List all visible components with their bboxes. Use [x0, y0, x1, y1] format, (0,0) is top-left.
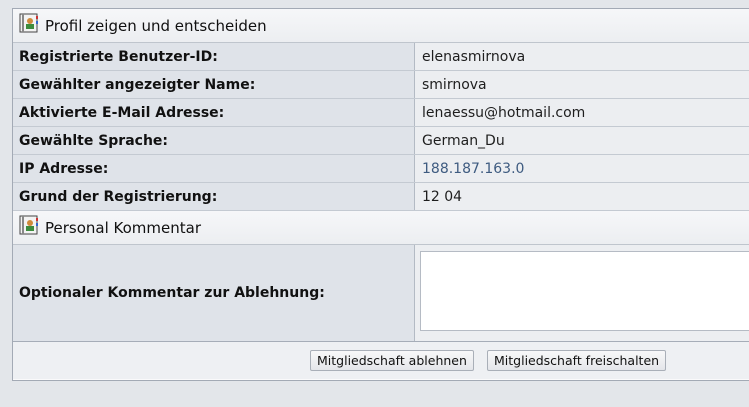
comment-section-header: Personal Kommentar [13, 211, 749, 245]
registration-reason-label: Grund der Registrierung: [13, 183, 415, 210]
profile-section-title: Profil zeigen und entscheiden [45, 16, 267, 35]
reject-membership-button[interactable]: Mitgliedschaft ablehnen [310, 350, 474, 371]
display-name-label: Gewählter angezeigter Name: [13, 71, 415, 98]
registration-reason-value: 12 04 [415, 183, 749, 210]
row-email: Aktivierte E-Mail Adresse: lenaessu@hotm… [13, 99, 749, 127]
email-label: Aktivierte E-Mail Adresse: [13, 99, 415, 126]
row-user-id: Registrierte Benutzer-ID: elenasmirnova [13, 43, 749, 71]
email-value: lenaessu@hotmail.com [415, 99, 749, 126]
comment-section-title: Personal Kommentar [45, 218, 201, 237]
row-registration-reason: Grund der Registrierung: 12 04 [13, 183, 749, 211]
rejection-comment-label: Optionaler Kommentar zur Ablehnung: [13, 245, 415, 341]
row-display-name: Gewählter angezeigter Name: smirnova [13, 71, 749, 99]
display-name-value: smirnova [415, 71, 749, 98]
ip-address-label: IP Adresse: [13, 155, 415, 182]
rejection-comment-textarea[interactable] [420, 251, 749, 331]
row-ip-address: IP Adresse: 188.187.163.0 [13, 155, 749, 183]
address-book-icon [19, 215, 39, 235]
row-language: Gewählte Sprache: German_Du [13, 127, 749, 155]
user-id-value: elenasmirnova [415, 43, 749, 70]
language-value: German_Du [415, 127, 749, 154]
action-footer: Mitgliedschaft ablehnen Mitgliedschaft f… [13, 342, 749, 379]
rejection-comment-cell [415, 245, 749, 341]
ip-address-link[interactable]: 188.187.163.0 [415, 155, 749, 182]
profile-section-header: Profil zeigen und entscheiden [13, 9, 749, 43]
language-label: Gewählte Sprache: [13, 127, 415, 154]
profile-review-panel: Profil zeigen und entscheiden Registrier… [12, 8, 749, 381]
address-book-icon [19, 13, 39, 33]
user-id-label: Registrierte Benutzer-ID: [13, 43, 415, 70]
row-rejection-comment: Optionaler Kommentar zur Ablehnung: [13, 245, 749, 342]
approve-membership-button[interactable]: Mitgliedschaft freischalten [487, 350, 667, 371]
